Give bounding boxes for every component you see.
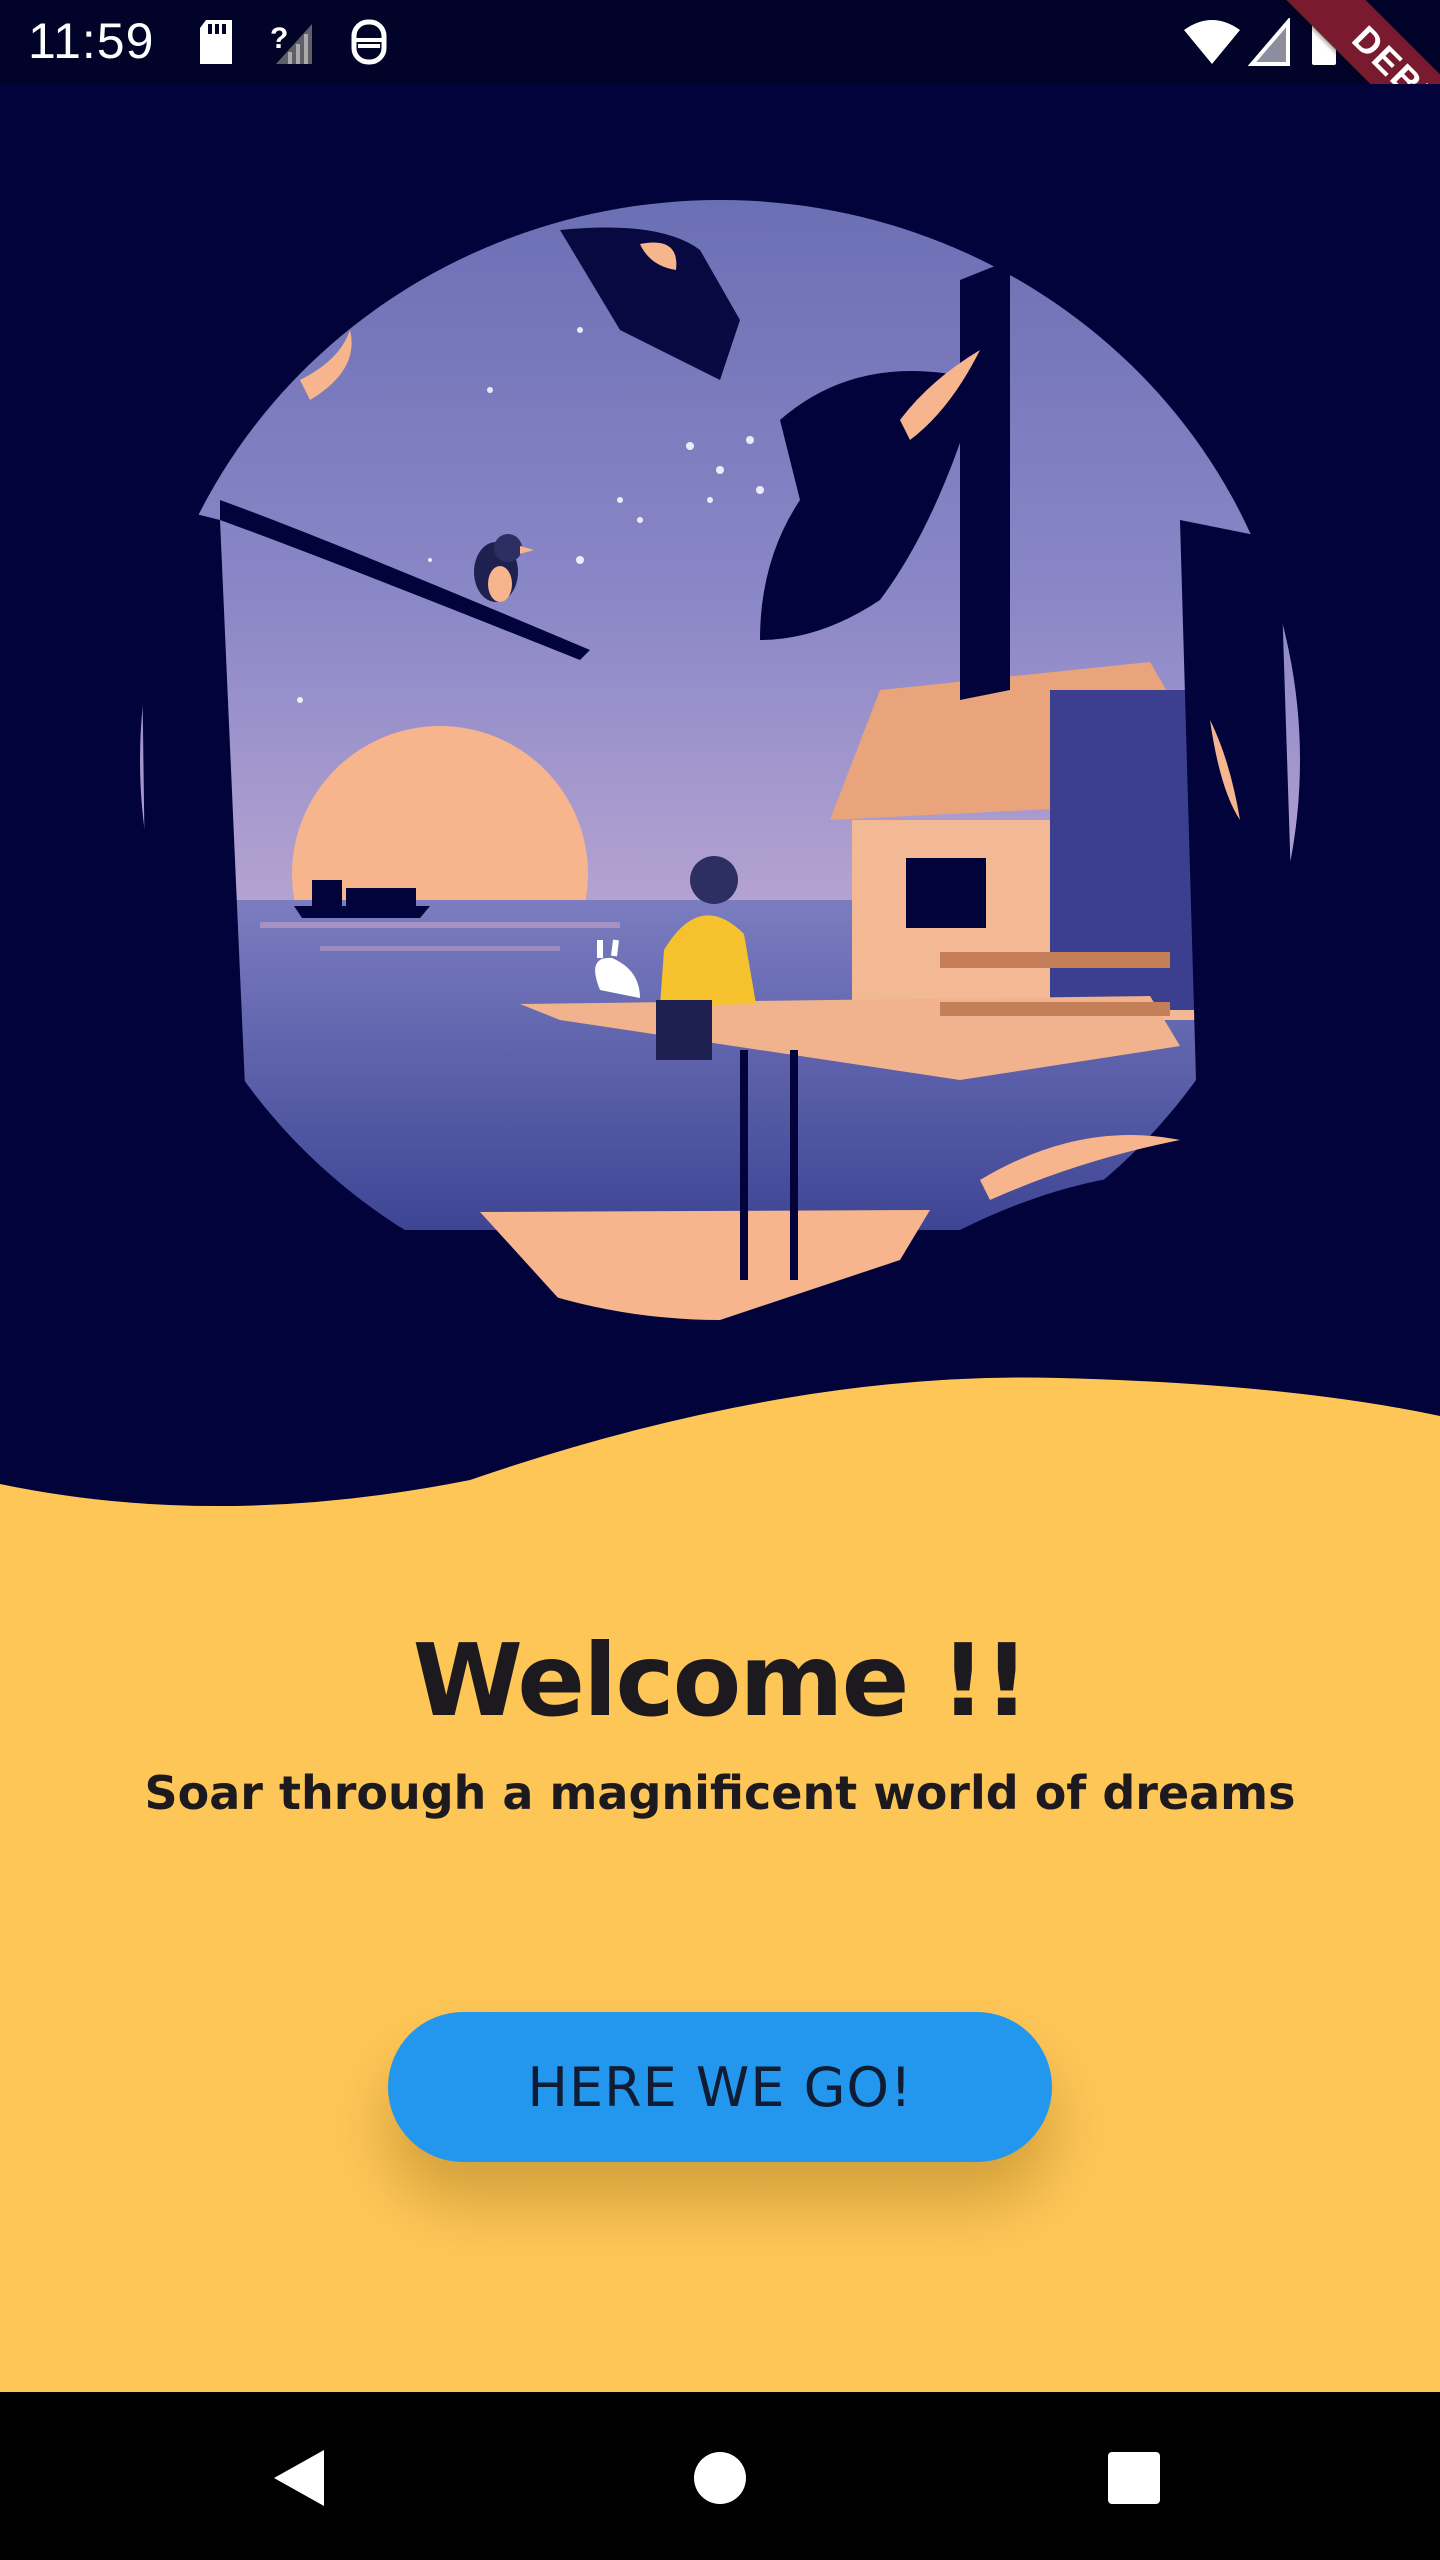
sync-icon [351, 19, 387, 65]
status-time: 11:59 [28, 13, 155, 69]
recents-icon[interactable] [1098, 2442, 1170, 2514]
wave-panel [0, 1377, 1440, 2392]
wifi-icon [1184, 20, 1240, 64]
welcome-subtitle: Soar through a magnificent world of drea… [144, 1766, 1296, 1820]
here-we-go-label: HERE WE GO! [527, 2055, 913, 2119]
no-sim-signal-icon: ? [270, 22, 312, 64]
status-bar: 11:59 ? DEBUG [0, 0, 1440, 200]
sd-card-icon [200, 20, 232, 64]
treehouse-illustration [0, 84, 1440, 1504]
home-icon[interactable] [684, 2442, 756, 2514]
here-we-go-button[interactable]: HERE WE GO! [388, 2012, 1052, 2162]
back-icon[interactable] [264, 2442, 336, 2514]
navigation-bar [0, 2392, 1440, 2560]
svg-text:?: ? [270, 22, 288, 55]
welcome-title: Welcome !! [412, 1622, 1030, 1739]
